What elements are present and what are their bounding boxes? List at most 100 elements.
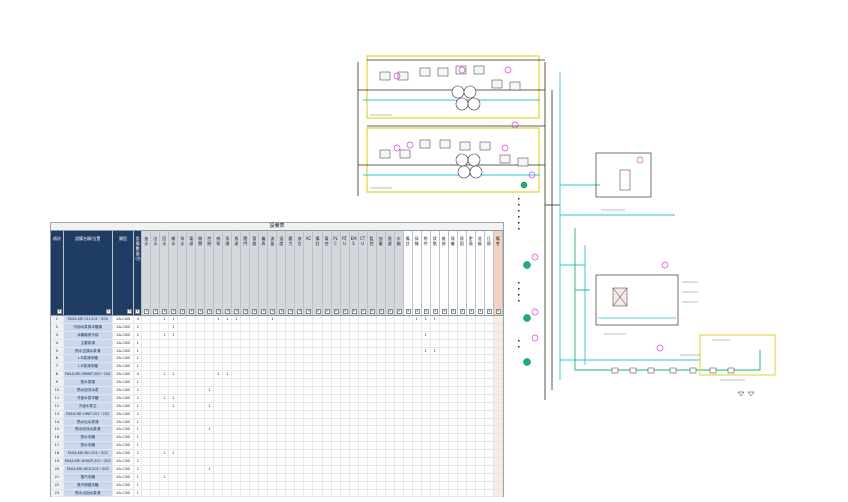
table-cell[interactable] — [458, 458, 467, 465]
header-cell[interactable]: 儀表 ▾ — [259, 231, 269, 315]
table-cell[interactable] — [440, 426, 449, 434]
table-cell[interactable]: 2 — [134, 387, 143, 394]
table-cell[interactable] — [268, 450, 278, 458]
table-row[interactable]: 3 冰機機房冷卻 2A-CUB 2 1 1 1 — [51, 331, 503, 340]
table-cell[interactable] — [259, 410, 269, 418]
table-cell[interactable] — [368, 434, 377, 442]
filter-dropdown-icon[interactable]: ▾ — [333, 309, 339, 314]
table-cell[interactable] — [142, 458, 152, 465]
table-cell[interactable] — [169, 458, 179, 465]
table-cell[interactable] — [160, 481, 170, 489]
table-cell[interactable] — [268, 355, 278, 363]
table-cell[interactable] — [259, 339, 269, 347]
table-cell[interactable] — [341, 339, 350, 347]
header-cell[interactable]: 進水 ▾ — [142, 231, 152, 315]
table-cell[interactable] — [341, 465, 350, 473]
filter-dropdown-icon[interactable]: ▾ — [270, 309, 276, 314]
table-cell[interactable] — [295, 387, 305, 394]
table-cell[interactable] — [304, 347, 314, 355]
table-cell[interactable] — [323, 379, 332, 387]
table-cell[interactable] — [196, 473, 206, 481]
table-cell[interactable] — [323, 355, 332, 363]
table-cell[interactable] — [467, 402, 476, 410]
table-cell[interactable] — [259, 442, 269, 450]
table-cell[interactable] — [413, 347, 422, 355]
table-cell[interactable] — [223, 339, 233, 347]
table-cell[interactable] — [169, 363, 179, 371]
table-cell[interactable] — [304, 450, 314, 458]
table-cell[interactable] — [214, 450, 224, 458]
table-cell[interactable] — [259, 465, 269, 473]
table-cell[interactable] — [350, 489, 359, 497]
table-cell[interactable] — [151, 402, 161, 410]
table-cell[interactable] — [286, 489, 296, 497]
table-cell[interactable]: 21 — [51, 473, 64, 481]
table-cell[interactable] — [386, 323, 395, 331]
table-cell[interactable] — [485, 402, 494, 410]
table-cell[interactable] — [404, 379, 413, 387]
table-cell[interactable]: 2A-CUB — [112, 316, 135, 323]
table-cell[interactable] — [323, 489, 332, 497]
table-cell[interactable] — [359, 339, 368, 347]
table-cell[interactable] — [359, 442, 368, 450]
table-cell[interactable] — [187, 402, 197, 410]
table-cell[interactable]: 1 — [169, 371, 179, 379]
table-cell[interactable] — [458, 379, 467, 387]
table-cell[interactable] — [187, 371, 197, 379]
table-cell[interactable]: 1 — [134, 434, 143, 442]
table-cell[interactable] — [440, 442, 449, 450]
table-cell[interactable] — [413, 339, 422, 347]
table-cell[interactable] — [341, 434, 350, 442]
table-cell[interactable] — [368, 371, 377, 379]
table-cell[interactable]: 1 — [232, 316, 242, 323]
table-cell[interactable]: 2A-CUB — [112, 339, 135, 347]
table-cell[interactable] — [440, 434, 449, 442]
table-cell[interactable] — [214, 331, 224, 339]
table-cell[interactable] — [295, 481, 305, 489]
table-cell[interactable] — [332, 331, 341, 339]
table-cell[interactable] — [304, 379, 314, 387]
table-cell[interactable] — [404, 426, 413, 434]
table-cell[interactable] — [368, 418, 377, 426]
table-cell[interactable] — [196, 394, 206, 402]
table-cell[interactable] — [368, 347, 377, 355]
table-cell[interactable] — [214, 473, 224, 481]
table-cell[interactable] — [214, 394, 224, 402]
table-cell[interactable]: 9 — [51, 379, 64, 387]
table-cell[interactable] — [422, 434, 431, 442]
table-cell[interactable] — [205, 323, 215, 331]
table-cell[interactable] — [241, 371, 251, 379]
table-cell[interactable] — [304, 371, 314, 379]
filter-dropdown-icon[interactable]: ▾ — [288, 309, 294, 314]
table-cell[interactable] — [214, 465, 224, 473]
table-cell[interactable] — [323, 426, 332, 434]
table-cell[interactable] — [187, 339, 197, 347]
table-row[interactable]: 4 主要泵浦 2A-CUB 1 — [51, 339, 503, 348]
table-cell[interactable] — [341, 418, 350, 426]
table-cell[interactable] — [304, 442, 314, 450]
table-cell[interactable] — [431, 402, 440, 410]
table-cell[interactable] — [359, 410, 368, 418]
table-cell[interactable] — [142, 442, 152, 450]
filter-dropdown-icon[interactable]: ▾ — [477, 309, 483, 314]
table-cell[interactable] — [313, 434, 323, 442]
table-cell[interactable] — [368, 355, 377, 363]
table-cell[interactable] — [250, 402, 260, 410]
table-cell[interactable] — [259, 394, 269, 402]
table-cell[interactable] — [214, 402, 224, 410]
table-cell[interactable] — [295, 442, 305, 450]
table-cell[interactable] — [214, 363, 224, 371]
header-cell[interactable]: 保養 ▾ — [448, 231, 458, 315]
table-cell[interactable] — [304, 489, 314, 497]
table-cell[interactable] — [476, 323, 485, 331]
table-cell[interactable] — [313, 473, 323, 481]
table-cell[interactable]: 1 — [169, 323, 179, 331]
table-cell[interactable] — [476, 331, 485, 339]
table-cell[interactable] — [223, 434, 233, 442]
table-cell[interactable]: 2A-CUB — [112, 323, 135, 331]
table-cell[interactable] — [277, 347, 287, 355]
table-cell[interactable] — [493, 426, 503, 434]
table-cell[interactable]: 1 — [134, 347, 143, 355]
table-cell[interactable] — [350, 465, 359, 473]
table-cell[interactable] — [431, 473, 440, 481]
